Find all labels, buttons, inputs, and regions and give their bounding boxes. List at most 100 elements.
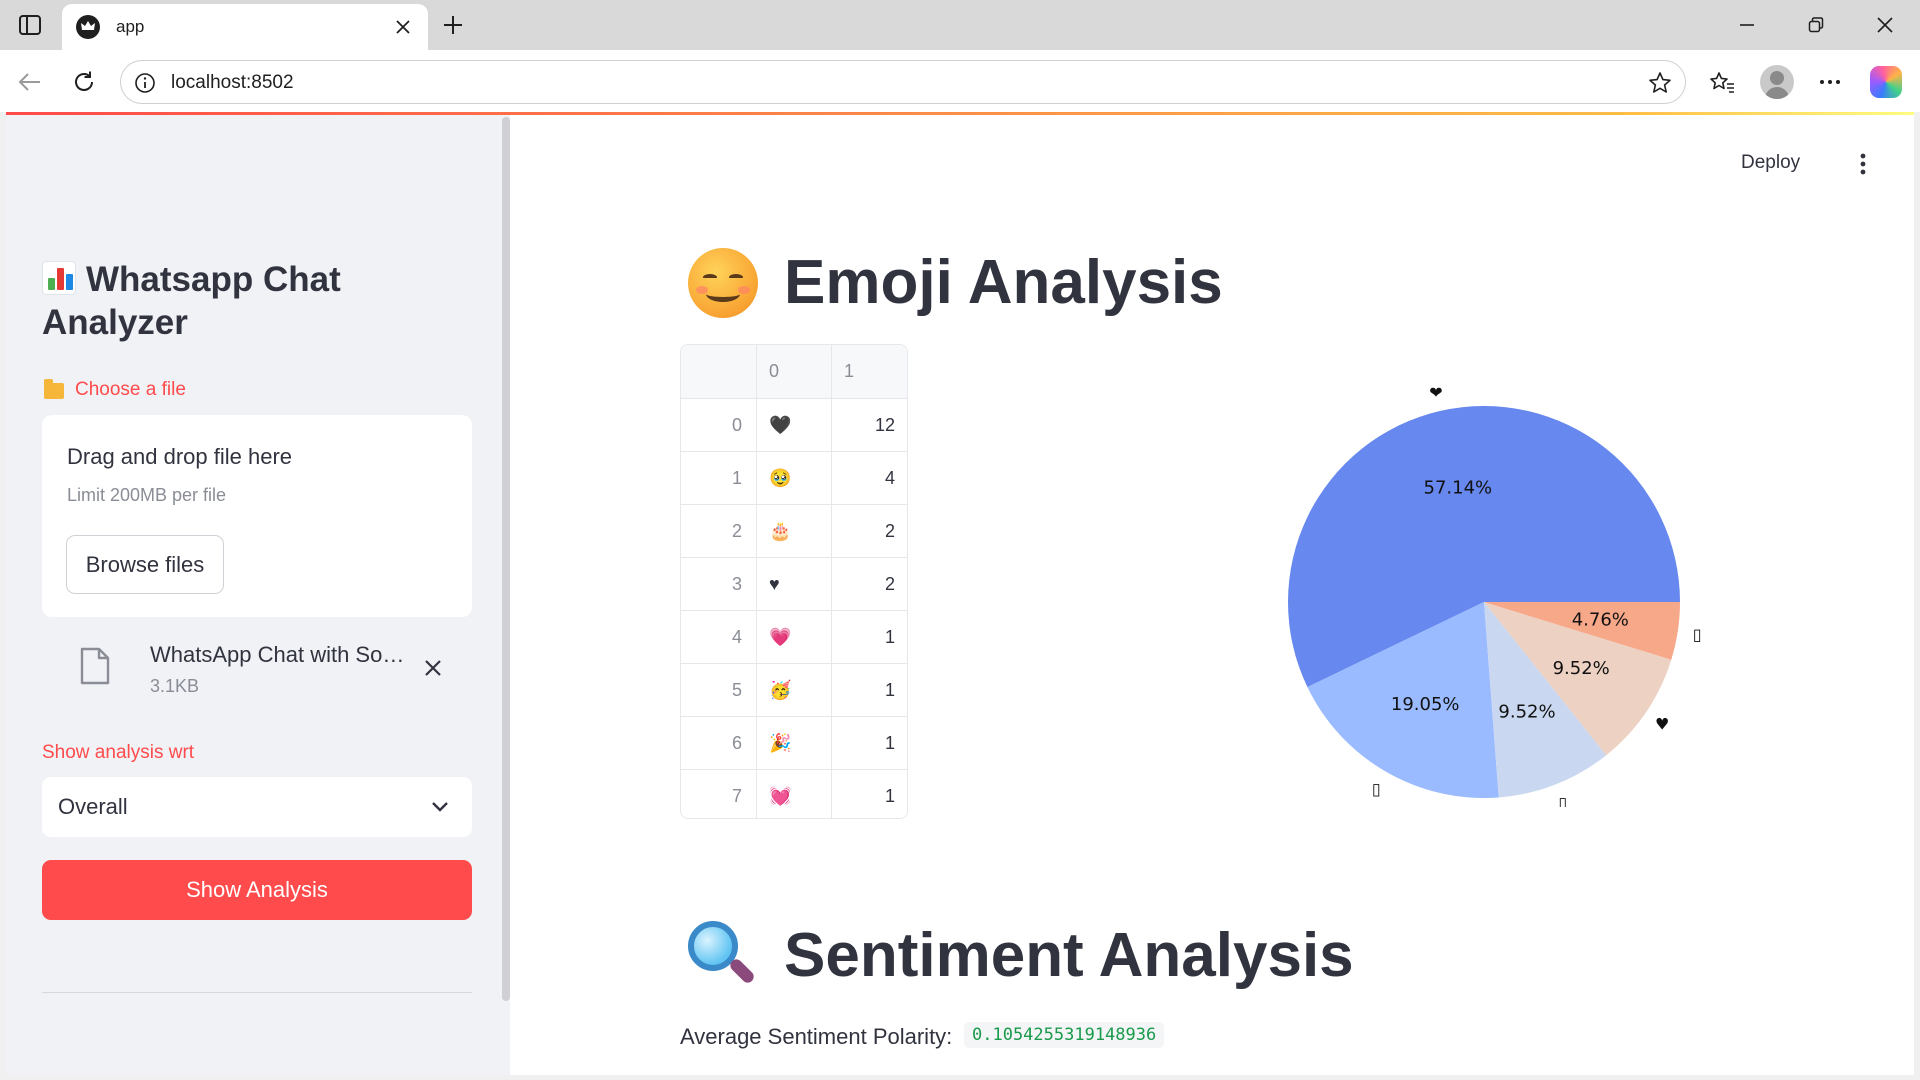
pie-chart-svg: 57.14% ❤ 19.05% ▯ 9.52% ▯ 9.52% ♥ 4.76% ▯ (1288, 383, 1702, 813)
more-options-icon[interactable] (1814, 66, 1846, 98)
page-viewport: Whatsapp Chat Analyzer Choose a file Dra… (6, 112, 1914, 1075)
site-info-icon[interactable] (133, 71, 157, 95)
sidebar: Whatsapp Chat Analyzer Choose a file Dra… (6, 115, 510, 1075)
streamlit-crown-icon (76, 15, 100, 39)
smiling-face-emoji-icon (688, 247, 758, 318)
browser-tab[interactable]: app (62, 4, 428, 50)
sidebar-title: Whatsapp Chat Analyzer (42, 258, 482, 344)
row-emoji: 🖤 (757, 399, 832, 451)
emoji-pie-chart: 57.14% ❤ 19.05% ▯ 9.52% ▯ 9.52% ♥ 4.76% ▯ (1246, 367, 1746, 813)
sentiment-analysis-heading: Sentiment Analysis (688, 920, 1354, 991)
row-emoji: 🥹 (757, 452, 832, 504)
tab-title: app (116, 17, 145, 36)
uploaded-file: WhatsApp Chat with So… 3.1KB (42, 635, 472, 705)
favorites-icon[interactable] (1706, 66, 1738, 98)
avg-sentiment-value: 0.1054255319148936 (964, 1022, 1165, 1048)
reload-icon[interactable] (68, 66, 100, 98)
folder-icon (44, 379, 64, 399)
row-index: 6 (681, 717, 757, 769)
analysis-select[interactable]: Overall (42, 777, 472, 837)
pie-category-label: ♥ (1655, 714, 1669, 733)
pie-category-label: ▯ (1558, 794, 1567, 807)
new-tab-icon[interactable] (438, 10, 468, 40)
pie-category-label: ❤ (1429, 383, 1442, 402)
sidebar-divider (42, 992, 472, 993)
dropzone-limit: Limit 200MB per file (67, 485, 227, 505)
browser-tab-bar: app (0, 0, 1920, 50)
table-row: 3 ♥ 2 (681, 557, 907, 610)
row-emoji: 🎂 (757, 505, 832, 557)
file-uploader-label: Choose a file (75, 379, 186, 400)
emoji-analysis-heading: Emoji Analysis (688, 247, 1223, 318)
row-emoji: 💓 (757, 770, 832, 818)
table-row: 5 🥳 1 (681, 663, 907, 716)
url-text: localhost:8502 (171, 72, 294, 93)
remove-file-icon[interactable] (420, 655, 446, 681)
analysis-select-value: Overall (58, 794, 128, 819)
chevron-down-icon (428, 795, 452, 819)
row-emoji: ♥ (757, 558, 832, 610)
pie-category-label: ▯ (1372, 780, 1381, 799)
browser-toolbar: localhost:8502 (0, 50, 1920, 112)
emoji-table[interactable]: 0 1 0 🖤 12 1 🥹 4 2 🎂 2 3 ♥ 2 4 💗 1 5 🥳 1… (680, 344, 908, 819)
restore-icon[interactable] (1796, 10, 1836, 40)
pie-percent-label: 57.14% (1424, 477, 1493, 498)
analysis-select-label: Show analysis wrt (42, 742, 195, 763)
bar-chart-emoji-icon (42, 261, 76, 295)
uploaded-file-size: 3.1KB (150, 676, 200, 696)
row-index: 2 (681, 505, 757, 557)
row-count: 1 (884, 785, 895, 806)
table-header-index (681, 345, 757, 398)
pie-percent-label: 9.52% (1553, 658, 1610, 679)
address-bar[interactable]: localhost:8502 (120, 60, 1686, 104)
pie-category-label: ▯ (1693, 625, 1702, 644)
back-icon[interactable] (14, 66, 46, 98)
row-index: 4 (681, 611, 757, 663)
copilot-icon[interactable] (1870, 66, 1902, 98)
table-row: 0 🖤 12 (681, 398, 907, 451)
dropzone-instructions: Drag and drop file here (67, 444, 293, 469)
file-dropzone[interactable]: Drag and drop file here Limit 200MB per … (42, 415, 472, 617)
row-index: 3 (681, 558, 757, 610)
tab-actions-icon[interactable] (14, 10, 46, 40)
magnifying-glass-emoji-icon (688, 920, 757, 991)
sentiment-analysis-title: Sentiment Analysis (784, 921, 1354, 990)
row-emoji: 🎉 (757, 717, 832, 769)
profile-avatar-icon[interactable] (1760, 65, 1794, 99)
table-header-row: 0 1 (681, 345, 907, 398)
emoji-analysis-title: Emoji Analysis (784, 248, 1223, 317)
deploy-button[interactable]: Deploy (1741, 152, 1800, 174)
row-index: 7 (681, 770, 757, 818)
minimize-icon[interactable] (1727, 10, 1767, 40)
close-window-icon[interactable] (1865, 10, 1905, 40)
row-count: 2 (884, 520, 895, 541)
table-row: 4 💗 1 (681, 610, 907, 663)
favorite-star-icon[interactable] (1647, 70, 1673, 96)
row-count: 4 (884, 467, 895, 488)
table-row: 1 🥹 4 (681, 451, 907, 504)
row-count: 12 (874, 414, 895, 435)
table-row: 6 🎉 1 (681, 716, 907, 769)
sidebar-title-text: Whatsapp Chat Analyzer (42, 260, 341, 342)
row-index: 5 (681, 664, 757, 716)
pie-percent-label: 9.52% (1498, 701, 1555, 722)
browse-files-button[interactable]: Browse files (66, 535, 224, 594)
sidebar-scrollbar[interactable] (502, 117, 510, 1001)
avg-sentiment-label: Average Sentiment Polarity: (680, 1024, 953, 1049)
pie-percent-label: 19.05% (1391, 694, 1460, 715)
table-row: 2 🎂 2 (681, 504, 907, 557)
show-analysis-button[interactable]: Show Analysis (42, 860, 472, 920)
row-emoji: 🥳 (757, 664, 832, 716)
file-icon (79, 647, 111, 685)
table-header-col-0[interactable]: 0 (757, 345, 832, 398)
table-row: 7 💓 1 (681, 769, 907, 818)
main-menu-icon[interactable] (1851, 150, 1875, 178)
row-count: 1 (884, 679, 895, 700)
row-count: 1 (884, 732, 895, 753)
table-header-col-1[interactable]: 1 (832, 345, 907, 398)
uploaded-file-name: WhatsApp Chat with So… (150, 642, 405, 667)
tab-close-icon[interactable] (392, 16, 414, 38)
pie-percent-label: 4.76% (1572, 610, 1629, 631)
row-count: 1 (884, 626, 895, 647)
row-count: 2 (884, 573, 895, 594)
